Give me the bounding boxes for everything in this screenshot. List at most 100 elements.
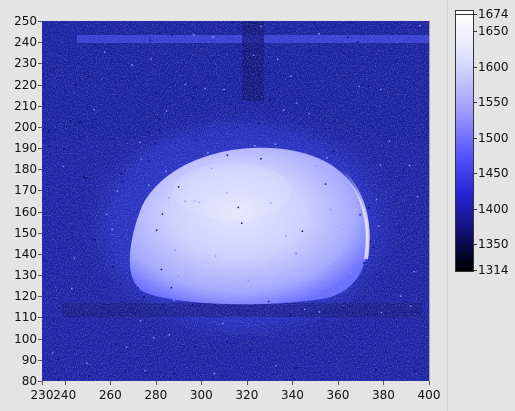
noise-pixel	[380, 88, 382, 91]
x-tick-mark	[156, 381, 157, 385]
colorbar	[455, 14, 474, 272]
x-tick-label: 400	[417, 388, 441, 402]
colorbar-tick-mark	[473, 67, 477, 68]
noise-pixel	[192, 304, 194, 306]
noise-pixel	[139, 320, 142, 322]
y-tick-label: 240	[14, 35, 37, 50]
noise-pixel	[318, 311, 321, 313]
x-tick-label: 260	[98, 388, 122, 402]
noise-pixel	[174, 249, 177, 251]
noise-pixel	[301, 230, 304, 232]
colorbar-tick-label: 1500	[478, 130, 509, 145]
noise-pixel	[165, 110, 168, 112]
plot-area[interactable]	[42, 21, 430, 381]
noise-pixel	[161, 213, 164, 215]
noise-pixel	[125, 346, 128, 348]
noise-pixel	[375, 369, 377, 371]
noise-pixel	[329, 208, 332, 211]
noise-pixel	[275, 364, 277, 367]
y-tick-mark	[38, 127, 42, 128]
noise-pixel	[396, 321, 398, 323]
noise-pixel	[47, 130, 49, 133]
noise-pixel	[388, 140, 391, 142]
noise-pixel	[177, 186, 180, 188]
noise-pixel	[222, 322, 224, 325]
y-tick-mark	[38, 148, 42, 149]
x-tick-mark	[338, 381, 339, 385]
y-tick-label: 160	[14, 204, 37, 219]
noise-pixel	[359, 214, 361, 216]
y-tick-mark	[38, 360, 42, 361]
colorbar-tick-label: 1350	[478, 237, 509, 252]
noise-pixel	[226, 341, 228, 344]
x-tick-label: 360	[326, 388, 350, 402]
y-tick-mark	[38, 42, 42, 43]
noise-pixel	[144, 369, 146, 372]
y-tick-mark	[38, 85, 42, 86]
noise-pixel	[116, 190, 118, 192]
noise-pixel	[324, 183, 327, 185]
noise-pixel	[154, 142, 156, 144]
noise-pixel	[414, 370, 416, 372]
noise-pixel	[277, 58, 279, 60]
colorbar-tick-mark	[473, 270, 477, 271]
noise-pixel	[158, 128, 160, 131]
noise-pixel	[269, 202, 272, 204]
y-tick-label: 230	[14, 56, 37, 71]
noise-pixel	[254, 145, 256, 147]
noise-pixel	[274, 143, 276, 146]
noise-pixel	[295, 102, 298, 104]
colorbar-tick-label: 1650	[478, 24, 509, 39]
y-tick-mark	[38, 21, 42, 22]
x-tick-mark	[42, 381, 43, 385]
noise-pixel	[408, 164, 411, 167]
noise-pixel	[184, 83, 187, 86]
y-tick-label: 170	[14, 183, 37, 198]
noise-pixel	[170, 286, 173, 289]
colorbar-tick-label: 1550	[478, 95, 509, 110]
noise-pixel	[195, 139, 197, 141]
y-tick-mark	[38, 275, 42, 276]
noise-pixel	[143, 296, 145, 298]
colorbar-tick-label: 1314	[478, 263, 509, 277]
colorbar-tick-label: 1450	[478, 166, 509, 181]
noise-pixel	[257, 122, 260, 125]
y-tick-label: 220	[14, 77, 37, 92]
noise-pixel	[231, 21, 233, 24]
x-tick-label: 240	[53, 388, 77, 402]
y-tick-label: 200	[14, 119, 37, 134]
noise-pixel	[214, 255, 217, 257]
noise-pixel	[226, 192, 228, 194]
intensity-image	[42, 21, 429, 381]
noise-pixel	[87, 375, 90, 377]
noise-pixel	[158, 118, 161, 120]
noise-pixel	[400, 226, 402, 229]
y-tick-mark	[38, 190, 42, 191]
noise-pixel	[416, 195, 419, 198]
noise-pixel	[237, 206, 239, 209]
noise-pixel	[326, 157, 328, 159]
y-tick-mark	[38, 254, 42, 255]
noise-pixel	[377, 225, 380, 227]
noise-pixel	[369, 240, 372, 243]
noise-pixel	[165, 170, 167, 173]
y-tick-mark	[38, 317, 42, 318]
noise-pixel	[150, 58, 152, 60]
noise-pixel	[75, 83, 77, 85]
noise-pixel	[93, 239, 96, 241]
noise-pixel	[105, 213, 108, 216]
x-tick-label: 340	[280, 388, 304, 402]
y-tick-label: 110	[14, 310, 37, 325]
x-tick-label: 300	[189, 388, 213, 402]
noise-pixel	[419, 24, 421, 27]
noise-pixel	[115, 343, 117, 346]
y-tick-label: 190	[14, 141, 37, 156]
y-tick-label: 120	[14, 289, 37, 304]
noise-pixel	[367, 207, 370, 209]
noise-pixel	[148, 160, 150, 162]
colorbar-tick-mark	[473, 14, 477, 15]
colorbar-tick-mark	[473, 173, 477, 174]
colorbar-tick-label: 1674	[478, 7, 509, 21]
noise-pixel	[221, 374, 223, 377]
noise-pixel	[226, 154, 229, 156]
